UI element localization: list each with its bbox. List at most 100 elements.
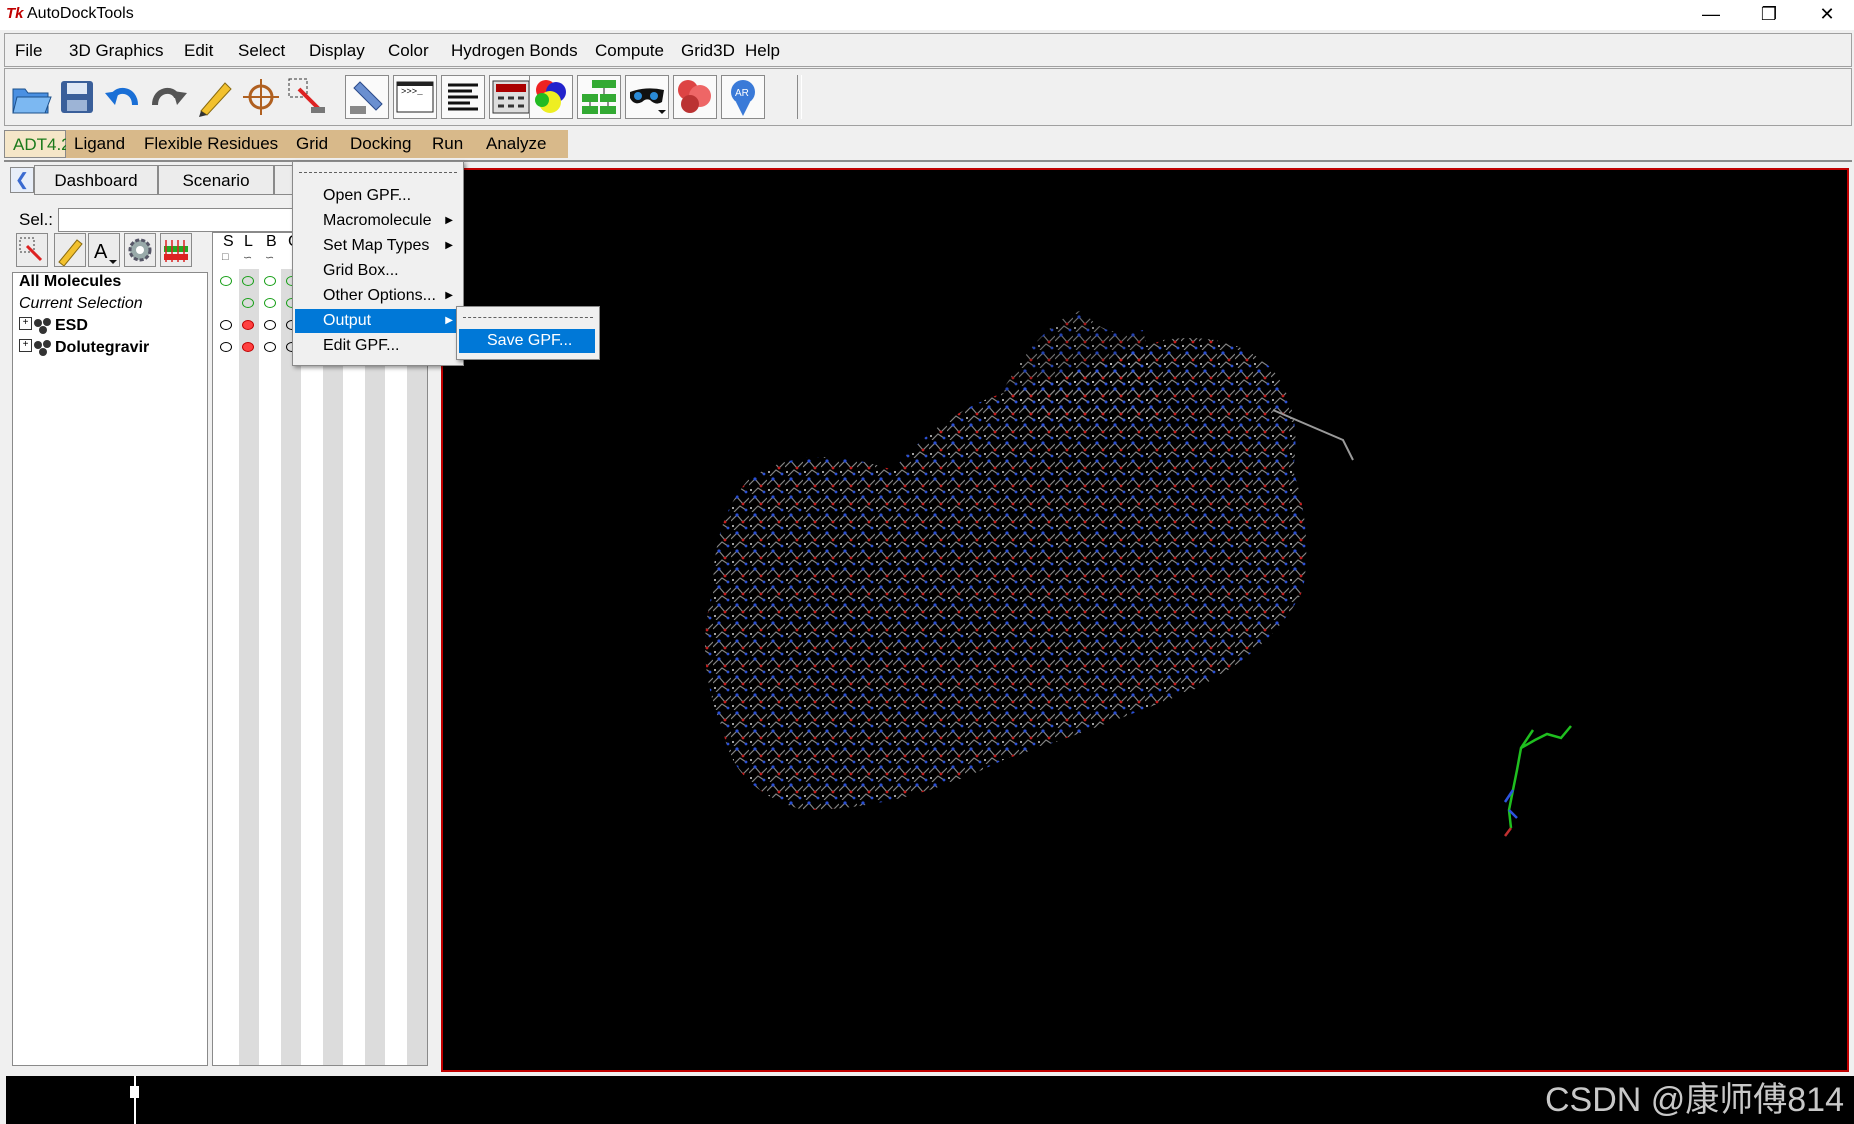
submenu-arrow-icon: ▶ xyxy=(445,290,453,301)
menu-item-save-gpf[interactable]: Save GPF... xyxy=(459,329,595,353)
menu-hydrogen-bonds[interactable]: Hydrogen Bonds xyxy=(451,41,578,61)
lines-mode-icon: ∽ xyxy=(243,252,253,264)
ball-stick-mode-icon: ∽ xyxy=(265,252,275,264)
menu-item-grid-box[interactable]: Grid Box... xyxy=(295,259,459,283)
column-header-s[interactable]: S xyxy=(223,233,234,251)
font-label-icon[interactable]: A xyxy=(88,233,120,267)
collapse-arrow-icon[interactable]: ❮ xyxy=(10,167,34,193)
adt-tab-run[interactable]: Run xyxy=(424,130,478,158)
menu-item-other-options[interactable]: Other Options... ▶ xyxy=(295,284,459,308)
menu-grid3d[interactable]: Grid3D xyxy=(681,41,735,61)
python-shell-icon[interactable]: >>>_ xyxy=(393,75,437,119)
redo-icon[interactable] xyxy=(147,75,191,119)
menu-edit[interactable]: Edit xyxy=(184,41,213,61)
column-header-b[interactable]: B xyxy=(266,233,277,251)
adt-tab-flexible-residues[interactable]: Flexible Residues xyxy=(136,130,288,158)
toggle-all-l[interactable] xyxy=(242,276,254,286)
adt-tab-bar: ADT4.2 Ligand Flexible Residues Grid Doc… xyxy=(4,130,1852,162)
adt-tab-docking[interactable]: Docking xyxy=(342,130,424,158)
gear-icon[interactable] xyxy=(124,233,156,267)
menu-item-label: Grid Box... xyxy=(323,262,399,279)
bar-meter-icon[interactable] xyxy=(160,233,192,267)
open-folder-icon[interactable] xyxy=(9,75,53,119)
tab-scenario[interactable]: Scenario xyxy=(158,165,274,195)
menu-item-set-map-types[interactable]: Set Map Types ▶ xyxy=(295,234,459,258)
menu-item-label: Output xyxy=(323,312,372,329)
toggle-all-b[interactable] xyxy=(264,276,276,286)
expand-icon[interactable]: + xyxy=(19,317,32,330)
column-stripe xyxy=(239,269,259,1065)
dashboard-icon[interactable] xyxy=(489,75,533,119)
toggle-sel-b[interactable] xyxy=(264,298,276,308)
menu-item-macromolecule[interactable]: Macromolecule ▶ xyxy=(295,209,459,233)
menu-item-open-gpf[interactable]: Open GPF... xyxy=(295,184,459,208)
toggle-dtg-l[interactable] xyxy=(242,342,254,352)
tree-row-dolutegravir[interactable]: Dolutegravir xyxy=(55,339,149,357)
toggle-all-s[interactable] xyxy=(220,276,232,286)
menu-bar: File 3D Graphics Edit Select Display Col… xyxy=(4,33,1852,67)
menu-display[interactable]: Display xyxy=(309,41,365,61)
menu-compute[interactable]: Compute xyxy=(595,41,664,61)
molecule-surface-icon[interactable] xyxy=(673,75,717,119)
toggle-esd-b[interactable] xyxy=(264,320,276,330)
color-spheres-icon[interactable] xyxy=(529,75,573,119)
toggle-dtg-b[interactable] xyxy=(264,342,276,352)
menu-item-output[interactable]: Output ▶ xyxy=(295,309,459,333)
tree-row-esd[interactable]: ESD xyxy=(55,317,88,335)
pick-select-icon[interactable] xyxy=(16,233,48,267)
ligand-dolutegravir xyxy=(1503,725,1572,837)
adt-tab-adt42[interactable]: ADT4.2 xyxy=(4,130,71,158)
tab-dashboard[interactable]: Dashboard xyxy=(34,165,158,195)
toggle-sel-l[interactable] xyxy=(242,298,254,308)
stereo-glasses-icon[interactable] xyxy=(625,75,669,119)
menu-item-label: Open GPF... xyxy=(323,187,412,204)
pick-icon[interactable] xyxy=(285,75,329,119)
output-submenu: Save GPF... xyxy=(456,306,600,360)
expand-icon[interactable]: + xyxy=(19,339,32,352)
timeline-slider[interactable] xyxy=(134,1076,136,1124)
molecule-icon xyxy=(33,317,53,340)
hand-icon[interactable] xyxy=(345,75,389,119)
protein-structure xyxy=(705,310,1572,837)
save-icon[interactable] xyxy=(55,75,99,119)
selection-input[interactable] xyxy=(58,208,298,232)
tearoff-line[interactable] xyxy=(463,317,593,318)
restore-icon[interactable]: ❐ xyxy=(1740,0,1798,30)
undo-icon[interactable] xyxy=(101,75,145,119)
menu-file[interactable]: File xyxy=(15,41,42,61)
submenu-arrow-icon: ▶ xyxy=(445,215,453,226)
toggle-esd-l[interactable] xyxy=(242,320,254,330)
adt-tab-ligand[interactable]: Ligand xyxy=(66,130,136,158)
toggle-dtg-s[interactable] xyxy=(220,342,232,352)
adt-tab-analyze[interactable]: Analyze xyxy=(478,130,568,158)
svg-text:AR: AR xyxy=(735,88,749,99)
menu-item-edit-gpf[interactable]: Edit GPF... xyxy=(295,334,459,358)
slider-handle[interactable] xyxy=(130,1086,139,1098)
window-title: AutoDockTools xyxy=(27,5,134,22)
tearoff-line[interactable] xyxy=(299,172,457,173)
column-header-l[interactable]: L xyxy=(244,233,253,251)
menu-select[interactable]: Select xyxy=(238,41,285,61)
svg-text:A: A xyxy=(94,241,108,263)
column-stripe xyxy=(407,269,427,1065)
column-stripe xyxy=(281,269,301,1065)
minimize-icon[interactable]: — xyxy=(1682,0,1740,30)
3d-viewer[interactable] xyxy=(441,168,1849,1072)
tree-network-icon[interactable] xyxy=(577,75,621,119)
molecule-icon xyxy=(33,339,53,362)
menu-color[interactable]: Color xyxy=(388,41,429,61)
menu-help[interactable]: Help xyxy=(745,41,780,61)
toggle-esd-s[interactable] xyxy=(220,320,232,330)
crosshair-icon[interactable] xyxy=(239,75,283,119)
close-icon[interactable]: ✕ xyxy=(1798,0,1854,30)
column-stripe xyxy=(365,269,385,1065)
pencil-icon[interactable] xyxy=(54,233,86,267)
tree-row-current-selection[interactable]: Current Selection xyxy=(19,295,143,313)
tree-row-all-molecules[interactable]: All Molecules xyxy=(19,273,121,291)
grid-menu: Open GPF... Macromolecule ▶ Set Map Types… xyxy=(292,161,464,366)
ar-vision-icon[interactable]: AR xyxy=(721,75,765,119)
text-lines-icon[interactable] xyxy=(441,75,485,119)
pencil-icon[interactable] xyxy=(193,75,237,119)
menu-3d-graphics[interactable]: 3D Graphics xyxy=(69,41,163,61)
adt-tab-grid[interactable]: Grid xyxy=(288,130,342,158)
